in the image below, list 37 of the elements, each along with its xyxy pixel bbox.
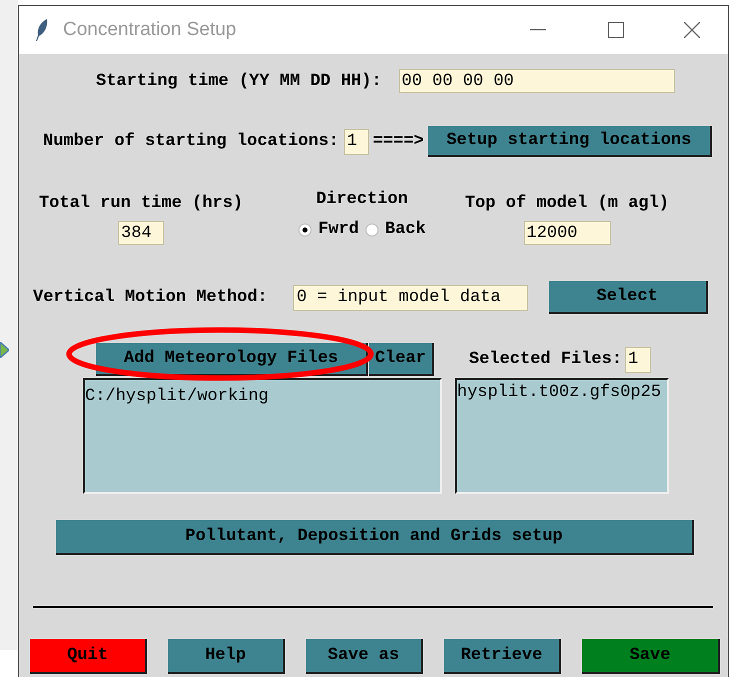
action-button[interactable]: Save as	[306, 639, 423, 674]
minimize-icon[interactable]	[530, 29, 546, 31]
radio-label: Fwrd	[318, 221, 359, 238]
maximize-icon[interactable]	[608, 22, 624, 38]
file-item[interactable]: hysplit.t00z.gfs0p25	[457, 384, 667, 401]
action-button[interactable]: Save	[582, 639, 720, 674]
radio-label: Back	[385, 221, 426, 238]
directory-listbox[interactable]: C:/hysplit/working	[83, 378, 442, 494]
starting-locations-label: Number of starting locations:	[43, 133, 339, 150]
select-button[interactable]: Select	[548, 281, 708, 314]
vertical-motion-field[interactable]: 0 = input model data	[292, 284, 528, 310]
starting-time-field[interactable]: 00 00 00 00	[398, 69, 675, 93]
action-button[interactable]: Retrieve	[444, 639, 561, 674]
directory-item[interactable]: C:/hysplit/working	[85, 388, 440, 405]
vertical-motion-label: Vertical Motion Method:	[33, 289, 268, 306]
action-button[interactable]: Quit	[30, 639, 147, 674]
radio-button[interactable]	[365, 222, 379, 236]
window-title: Concentration Setup	[63, 18, 236, 42]
run-time-label: Total run time (hrs)	[38, 195, 244, 212]
top-of-model-label: Top of model (m agl)	[464, 195, 670, 212]
close-icon[interactable]	[684, 22, 700, 38]
pollutant-setup-button[interactable]: Pollutant, Deposition and Grids setup	[56, 520, 694, 555]
clear-button[interactable]: Clear	[369, 343, 434, 376]
feather-icon	[35, 18, 49, 42]
setup-locations-button[interactable]: Setup starting locations	[428, 126, 712, 157]
run-time-field[interactable]: 384	[118, 221, 164, 245]
selected-files-label: Selected Files:	[469, 351, 622, 368]
arrow-label: ====>	[372, 133, 424, 150]
selected-files-field[interactable]: 1	[625, 346, 652, 372]
file-listbox[interactable]: hysplit.t00z.gfs0p25	[455, 378, 669, 494]
radio-button[interactable]	[298, 222, 312, 236]
starting-locations-field[interactable]: 1	[344, 128, 369, 154]
arrow-icon	[0, 342, 9, 358]
direction-label: Direction	[316, 191, 408, 208]
top-of-model-field[interactable]: 12000	[524, 221, 610, 245]
starting-time-label: Starting time (YY MM DD HH):	[96, 72, 382, 90]
action-button[interactable]: Help	[168, 639, 285, 674]
